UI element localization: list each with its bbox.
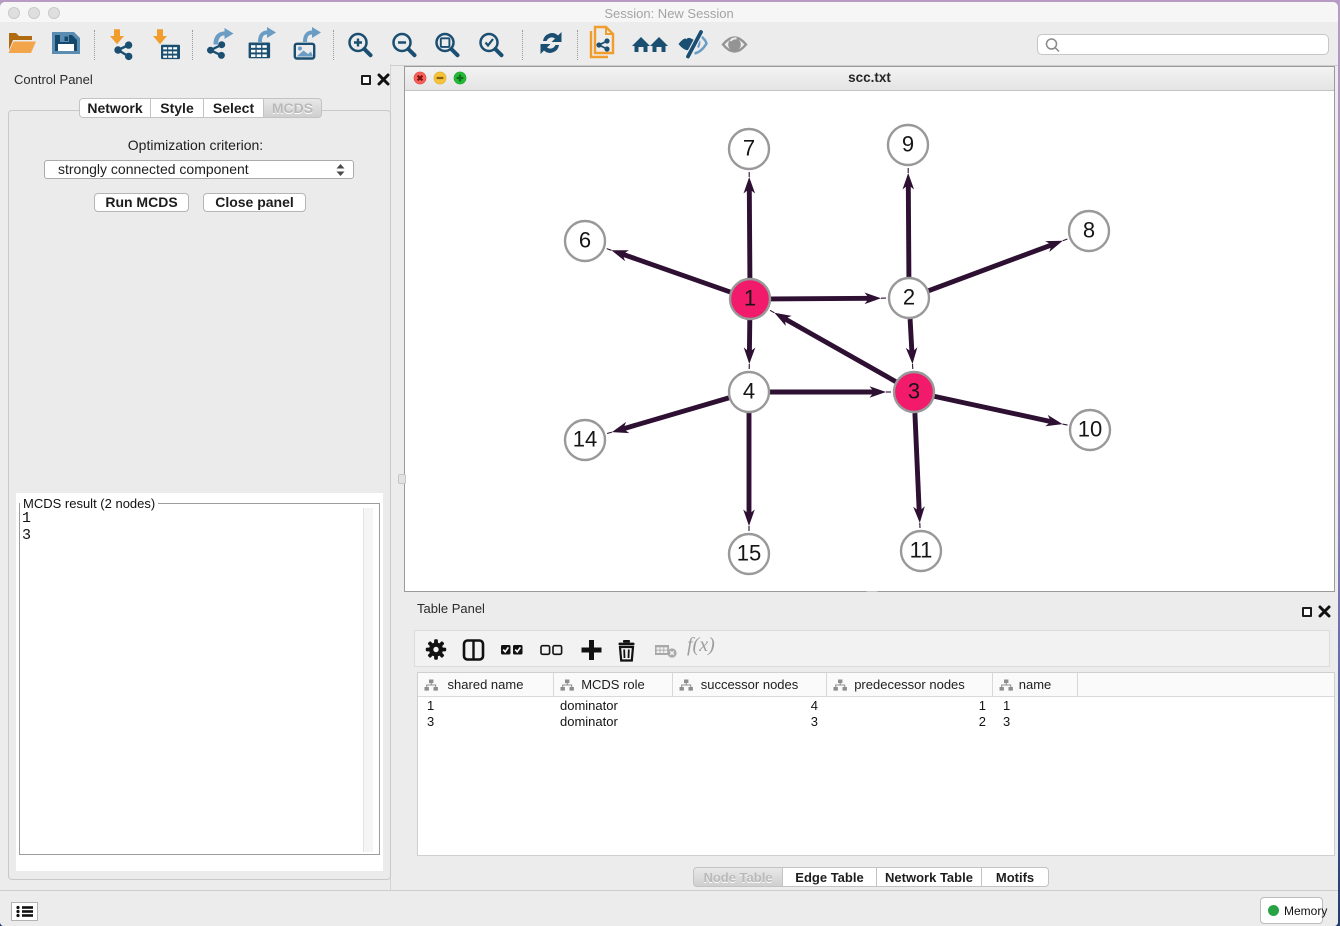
svg-text:3: 3	[908, 379, 920, 404]
svg-text:2: 2	[903, 285, 915, 310]
svg-text:11: 11	[910, 538, 933, 563]
svg-text:9: 9	[902, 132, 914, 157]
svg-text:7: 7	[743, 136, 755, 161]
svg-text:6: 6	[579, 228, 591, 253]
svg-text:1: 1	[744, 286, 756, 311]
svg-text:4: 4	[743, 379, 755, 404]
svg-text:10: 10	[1078, 417, 1102, 442]
svg-text:14: 14	[573, 427, 597, 452]
svg-text:8: 8	[1083, 218, 1095, 243]
svg-text:15: 15	[737, 541, 761, 566]
